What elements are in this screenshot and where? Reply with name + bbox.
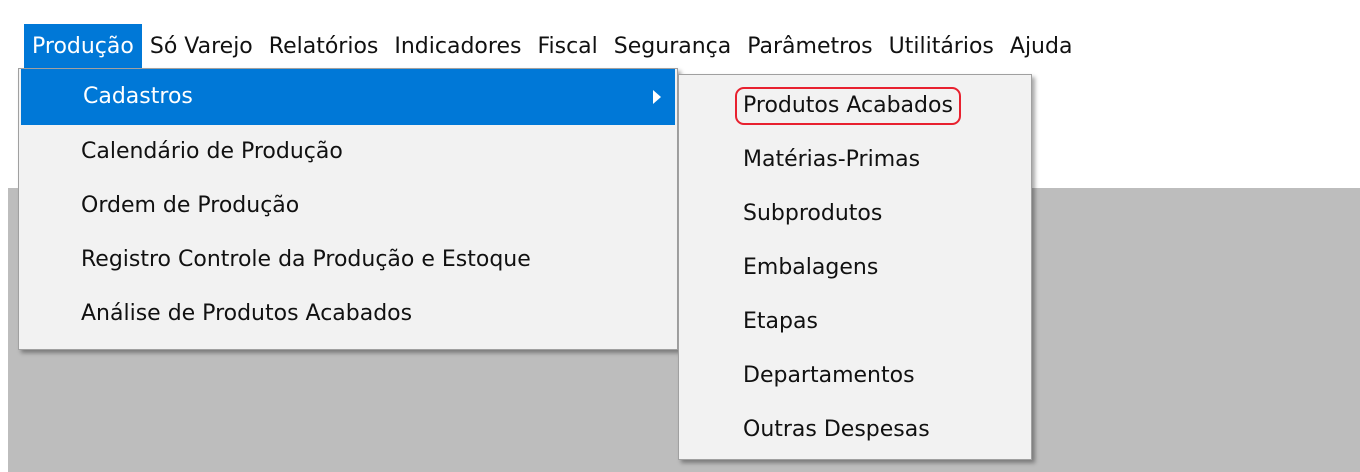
submenu-item-outras-despesas[interactable]: Outras Despesas bbox=[679, 403, 1031, 457]
submenu-arrow-icon bbox=[653, 90, 661, 104]
menubar-utilitarios[interactable]: Utilitários bbox=[881, 24, 1002, 69]
submenu-item-subprodutos[interactable]: Subprodutos bbox=[679, 187, 1031, 241]
menu-item-ordem-de-producao[interactable]: Ordem de Produção bbox=[19, 179, 677, 233]
menu-item-registro-controle[interactable]: Registro Controle da Produção e Estoque bbox=[19, 233, 677, 287]
submenu-item-materias-primas[interactable]: Matérias-Primas bbox=[679, 133, 1031, 187]
menu-item-label: Produtos Acabados bbox=[743, 93, 953, 118]
menu-item-label: Matérias-Primas bbox=[743, 147, 921, 172]
menu-item-label: Ordem de Produção bbox=[81, 193, 300, 218]
menubar-indicadores[interactable]: Indicadores bbox=[386, 24, 529, 69]
menu-item-label: Embalagens bbox=[743, 255, 879, 280]
red-circle-annotation: Produtos Acabados bbox=[735, 87, 961, 125]
menu-item-cadastros[interactable]: Cadastros bbox=[21, 69, 675, 125]
menu-item-label: Departamentos bbox=[743, 363, 915, 388]
menu-item-analise-produtos-acabados[interactable]: Análise de Produtos Acabados bbox=[19, 287, 677, 341]
menubar-producao[interactable]: Produção bbox=[24, 24, 142, 69]
menu-item-label: Análise de Produtos Acabados bbox=[81, 301, 413, 326]
cadastros-submenu: Produtos Acabados Matérias-Primas Subpro… bbox=[678, 74, 1032, 460]
menubar-relatorios[interactable]: Relatórios bbox=[261, 24, 387, 69]
submenu-item-departamentos[interactable]: Departamentos bbox=[679, 349, 1031, 403]
menubar-so-varejo[interactable]: Só Varejo bbox=[142, 24, 261, 69]
menu-item-calendario-de-producao[interactable]: Calendário de Produção bbox=[19, 125, 677, 179]
menubar-parametros[interactable]: Parâmetros bbox=[739, 24, 880, 69]
submenu-item-produtos-acabados[interactable]: Produtos Acabados bbox=[679, 79, 1031, 133]
menu-item-label: Outras Despesas bbox=[743, 417, 930, 442]
menu-item-label: Subprodutos bbox=[743, 201, 883, 226]
application-window: Produção Só Varejo Relatórios Indicadore… bbox=[0, 0, 1360, 472]
producao-dropdown-menu: Cadastros Calendário de Produção Ordem d… bbox=[18, 68, 678, 350]
menu-item-label: Registro Controle da Produção e Estoque bbox=[81, 247, 531, 272]
menubar-seguranca[interactable]: Segurança bbox=[606, 24, 739, 69]
menubar-fiscal[interactable]: Fiscal bbox=[529, 24, 605, 69]
menu-item-label: Cadastros bbox=[83, 84, 193, 109]
menu-item-label: Etapas bbox=[743, 309, 818, 334]
menu-item-label: Calendário de Produção bbox=[81, 139, 343, 164]
submenu-item-etapas[interactable]: Etapas bbox=[679, 295, 1031, 349]
menu-bar: Produção Só Varejo Relatórios Indicadore… bbox=[24, 24, 1080, 69]
menubar-ajuda[interactable]: Ajuda bbox=[1002, 24, 1081, 69]
submenu-item-embalagens[interactable]: Embalagens bbox=[679, 241, 1031, 295]
